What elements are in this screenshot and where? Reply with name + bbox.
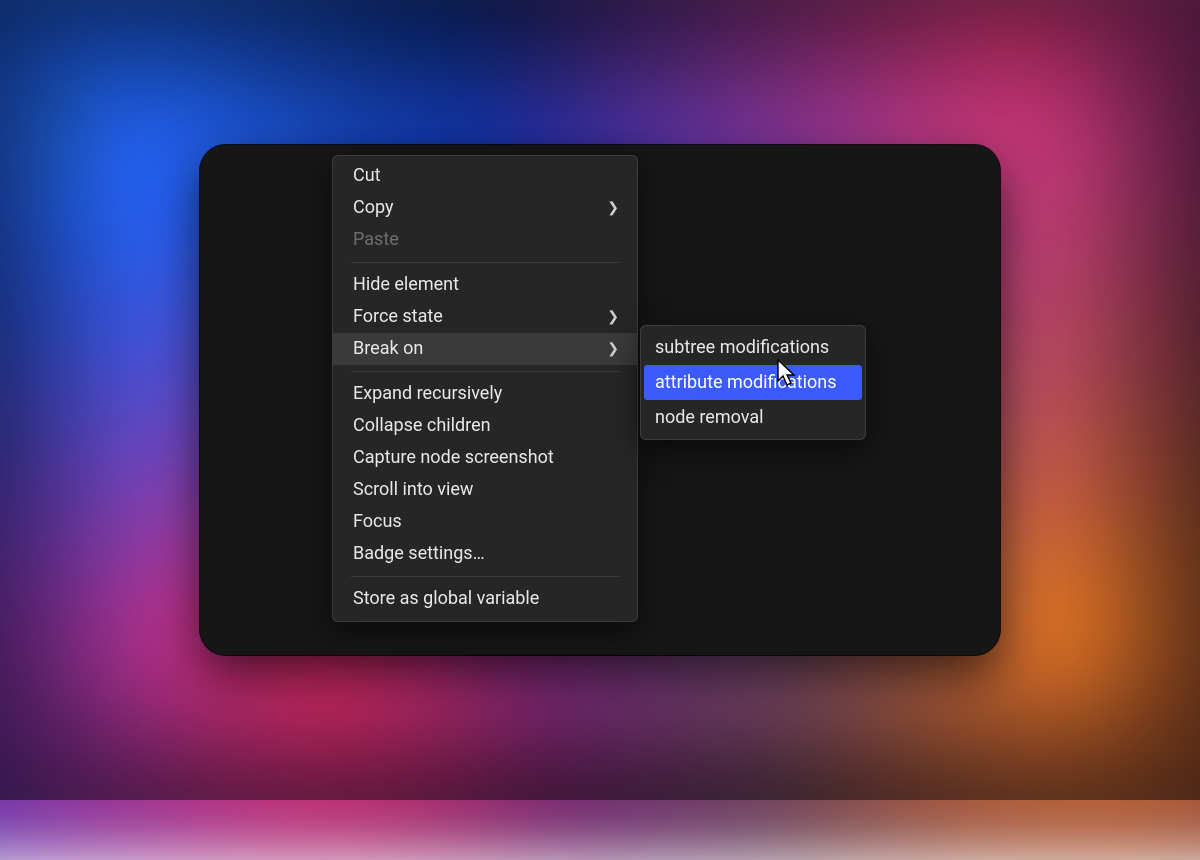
menu-item-label: Paste	[353, 231, 619, 249]
menu-separator	[351, 576, 619, 577]
menu-item-label: Badge settings…	[353, 545, 619, 563]
submenu-break-on: subtree modifications attribute modifica…	[640, 325, 866, 440]
menu-item-label: Capture node screenshot	[353, 449, 619, 467]
menu-item-copy[interactable]: Copy ❯	[333, 192, 637, 224]
menu-item-label: Cut	[353, 167, 619, 185]
menu-item-paste: Paste	[333, 224, 637, 256]
submenu-item-attribute-modifications[interactable]: attribute modifications	[644, 365, 862, 400]
menu-item-label: Collapse children	[353, 417, 619, 435]
menu-item-label: Force state	[353, 308, 599, 326]
menu-item-label: Break on	[353, 340, 599, 358]
menu-separator	[351, 371, 619, 372]
menu-item-expand-recursively[interactable]: Expand recursively	[333, 378, 637, 410]
menu-item-collapse-children[interactable]: Collapse children	[333, 410, 637, 442]
chevron-right-icon: ❯	[607, 310, 619, 324]
menu-item-label: Copy	[353, 199, 599, 217]
submenu-item-node-removal[interactable]: node removal	[641, 400, 865, 435]
submenu-item-label: node removal	[655, 407, 764, 428]
context-menu: Cut Copy ❯ Paste Hide element Force stat…	[332, 155, 638, 622]
menu-item-label: Hide element	[353, 276, 619, 294]
menu-separator	[351, 262, 619, 263]
chevron-right-icon: ❯	[607, 201, 619, 215]
menu-item-capture-node-screenshot[interactable]: Capture node screenshot	[333, 442, 637, 474]
menu-item-force-state[interactable]: Force state ❯	[333, 301, 637, 333]
devtools-panel: Cut Copy ❯ Paste Hide element Force stat…	[200, 145, 1000, 655]
menu-item-cut[interactable]: Cut	[333, 160, 637, 192]
menu-item-store-as-global[interactable]: Store as global variable	[333, 583, 637, 615]
menu-item-label: Scroll into view	[353, 481, 619, 499]
menu-item-hide-element[interactable]: Hide element	[333, 269, 637, 301]
submenu-item-label: attribute modifications	[655, 372, 837, 393]
menu-item-label: Focus	[353, 513, 619, 531]
menu-item-label: Store as global variable	[353, 590, 619, 608]
chevron-right-icon: ❯	[607, 342, 619, 356]
menu-item-scroll-into-view[interactable]: Scroll into view	[333, 474, 637, 506]
submenu-item-label: subtree modifications	[655, 337, 829, 358]
menu-item-label: Expand recursively	[353, 385, 619, 403]
menu-item-badge-settings[interactable]: Badge settings…	[333, 538, 637, 570]
menu-item-focus[interactable]: Focus	[333, 506, 637, 538]
submenu-item-subtree-modifications[interactable]: subtree modifications	[641, 330, 865, 365]
menu-item-break-on[interactable]: Break on ❯	[333, 333, 637, 365]
